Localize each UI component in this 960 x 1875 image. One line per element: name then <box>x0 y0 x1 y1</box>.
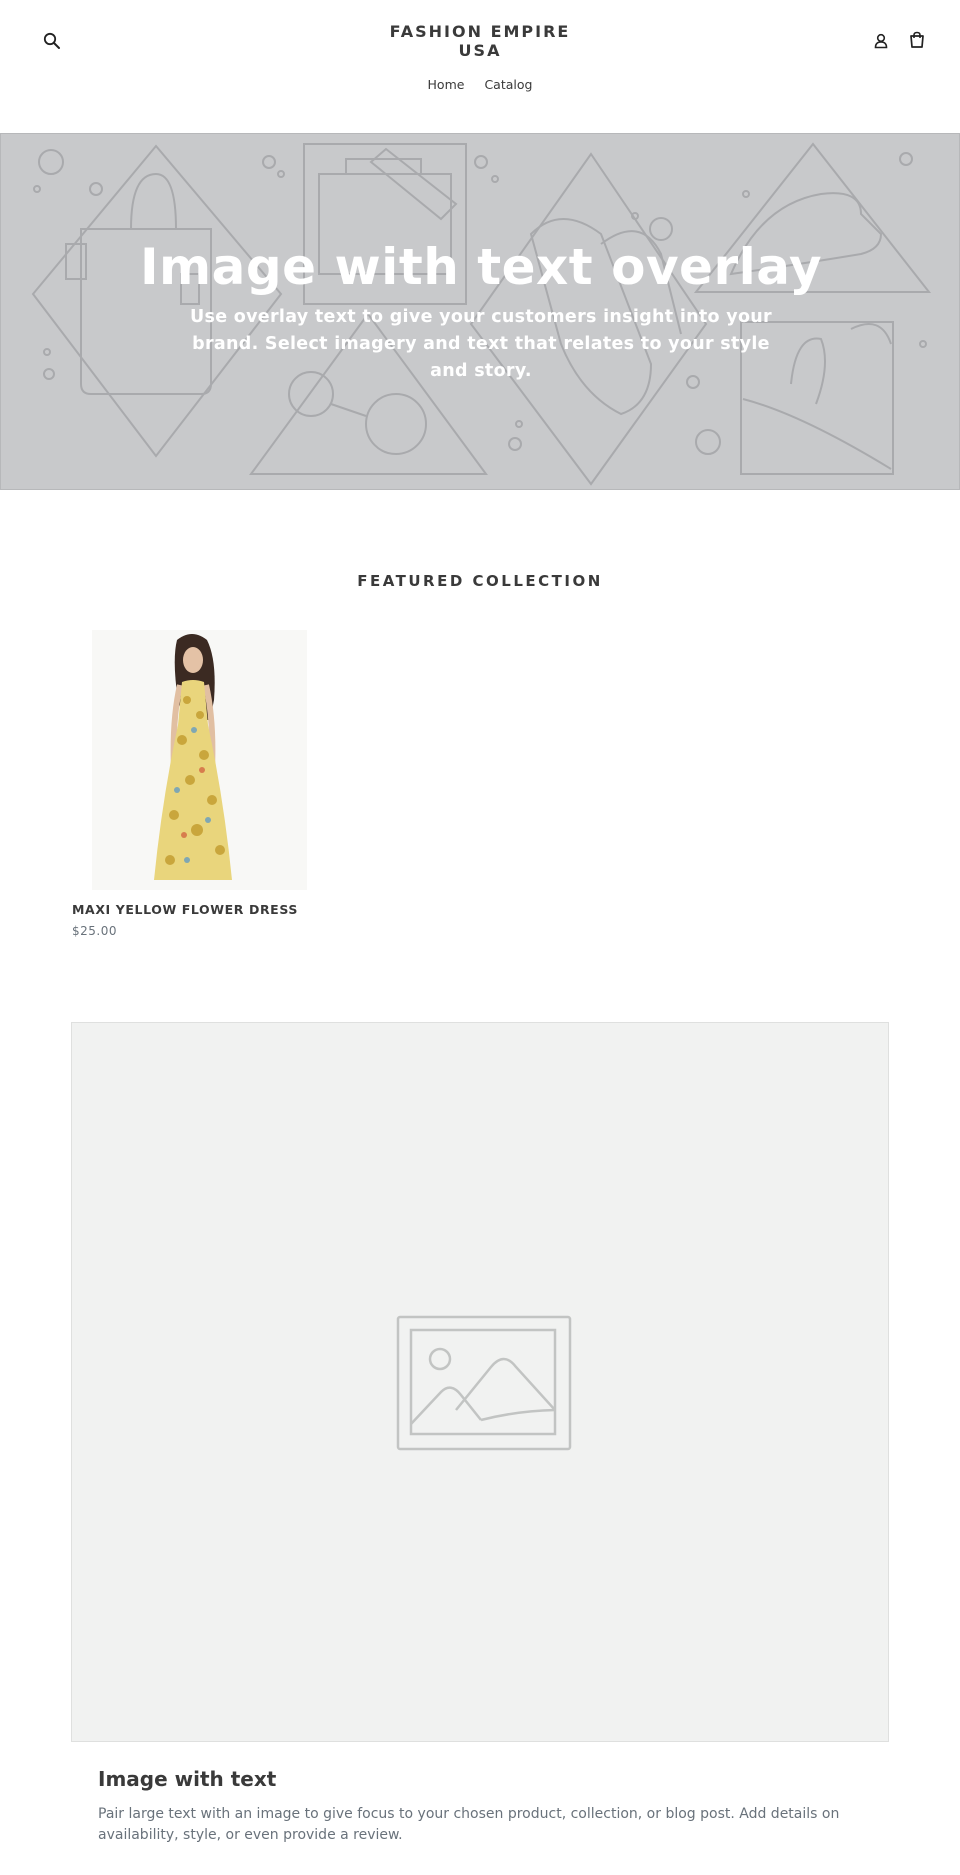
hero-title: Image with text overlay <box>139 238 823 296</box>
cart-button[interactable] <box>903 26 931 54</box>
image-with-text-placeholder <box>71 1022 889 1742</box>
site-header: FASHION EMPIRE USA Home Catalog <box>0 0 960 133</box>
featured-collection-title: FEATURED COLLECTION <box>357 572 603 590</box>
hero-banner: Image with text overlay Use overlay text… <box>0 133 960 490</box>
image-placeholder-icon <box>396 1315 572 1451</box>
nav-item-home[interactable]: Home <box>428 77 465 92</box>
product-price: $25.00 <box>72 924 117 938</box>
account-icon <box>874 33 888 49</box>
image-with-text-body: Pair large text with an image to give fo… <box>98 1806 840 1843</box>
account-button[interactable] <box>867 27 895 55</box>
hero-subtitle: Use overlay text to give your customers … <box>189 307 772 381</box>
main-nav: Home Catalog <box>0 77 960 92</box>
nav-item-catalog[interactable]: Catalog <box>484 77 532 92</box>
site-logo[interactable]: FASHION EMPIRE USA <box>380 22 580 60</box>
product-title[interactable]: MAXI YELLOW FLOWER DRESS <box>72 902 332 917</box>
image-with-text-title: Image with text <box>98 1767 277 1791</box>
cart-icon <box>910 31 924 48</box>
dress-photo-illustration <box>92 630 307 890</box>
product-image[interactable] <box>92 630 307 890</box>
search-button[interactable] <box>38 27 66 55</box>
search-icon <box>43 32 60 49</box>
